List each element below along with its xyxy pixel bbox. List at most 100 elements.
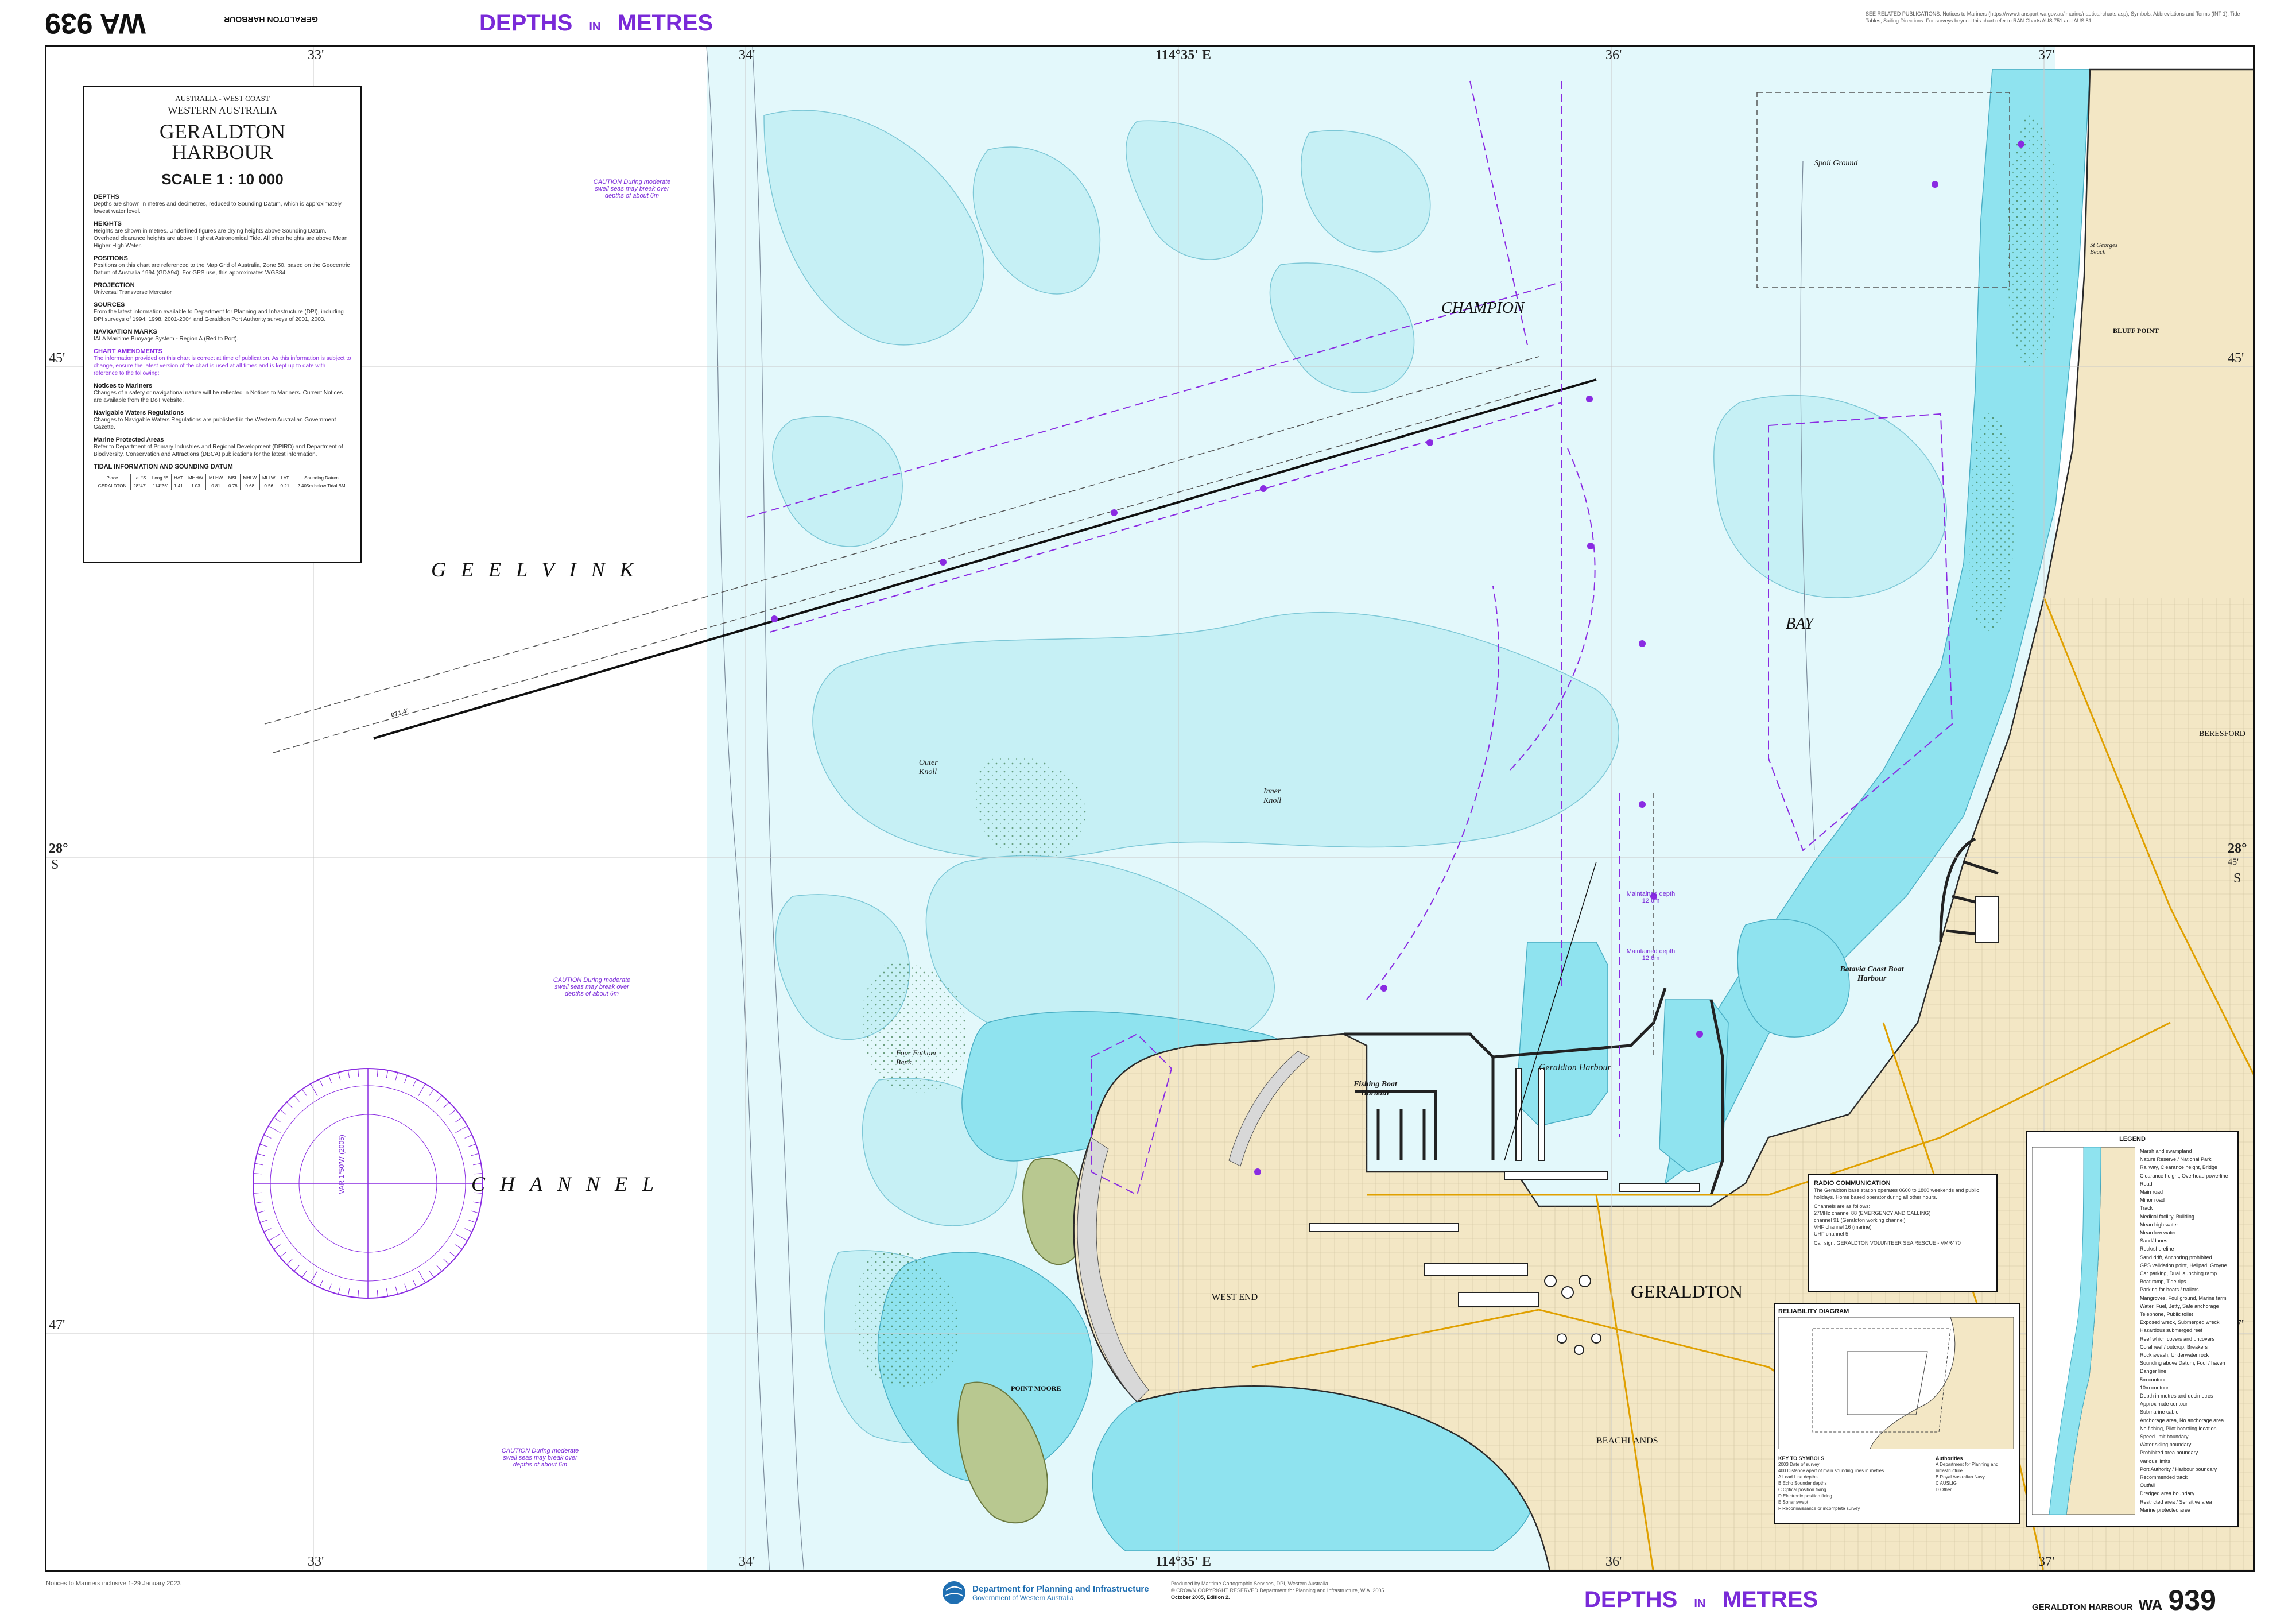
notes-heights-text: Heights are shown in metres. Underlined … (94, 228, 348, 249)
tidal-col-header: Place (94, 474, 131, 482)
lat-left-s: S (51, 857, 59, 872)
legend-item: Railway, Clearance height, Bridge (2140, 1164, 2217, 1171)
legend-item: Speed limit boundary (2140, 1434, 2189, 1439)
label-point-moore: POINT MOORE (1011, 1384, 1061, 1392)
depths-heading-bottom: DEPTHS IN METRES (1584, 1587, 1818, 1612)
label-champion: CHAMPION (1441, 299, 1525, 317)
legend-item: Reef which covers and uncovers (2140, 1335, 2215, 1342)
legend-item: Exposed wreck, Submerged wreck (2140, 1319, 2220, 1326)
legend-heading: LEGEND (2119, 1136, 2146, 1143)
legend-item: Submarine cable (2140, 1409, 2179, 1415)
tidal-col-header: MLLW (259, 474, 278, 482)
notes-positions-heading: POSITIONS (94, 255, 128, 262)
tidal-cell: 1.41 (171, 482, 186, 490)
lon-bottom-36: 36' (1605, 1554, 1622, 1569)
radio-communication-box: RADIO COMMUNICATION The Geraldton base s… (1808, 1174, 1998, 1292)
notes-notices-text: Changes of a safety or navigational natu… (94, 390, 343, 404)
legend-item: Hazardous submerged reef (2140, 1327, 2203, 1334)
legend-item: Track (2140, 1205, 2153, 1211)
legend-item: Main road (2140, 1189, 2163, 1195)
tidal-cell: 0.78 (225, 482, 241, 490)
reliability-auth-item: A Department for Planning and Infrastruc… (1936, 1462, 1999, 1473)
legend-item: Dredged area boundary (2140, 1491, 2195, 1497)
label-bluff-point: BLUFF POINT (2113, 327, 2159, 335)
legend-item: No fishing, Pilot boarding location (2140, 1425, 2217, 1431)
legend-item: Medical facility, Building (2140, 1213, 2194, 1220)
chart-sheet: WA 939 GERALDTON HARBOUR DEPTHS IN METRE… (0, 0, 2296, 1622)
maintained-depth-2: Maintained depth 12.6m (1626, 948, 1676, 962)
tidal-table: Place Lat °S Long °E HAT MHHW MLHW MSL MHLW MLLW… (94, 474, 352, 490)
legend-item: Marine protected area (2140, 1507, 2191, 1513)
label-beachlands: BEACHLANDS (1596, 1436, 1658, 1446)
tidal-heading: TIDAL INFORMATION AND SOUNDING DATUM (94, 463, 233, 470)
legend-item: Mean high water (2140, 1221, 2178, 1228)
legend-item: Water, Fuel, Jetty, Safe anchorage (2140, 1303, 2219, 1309)
tidal-col-header: MHLW (239, 474, 260, 482)
label-four-fathom-bank: Four Fathom Bank (896, 1048, 936, 1066)
depths-heading-top: DEPTHS IN METRES (479, 10, 713, 36)
notes-sources-text: From the latest information available to… (94, 309, 344, 323)
tidal-col-header: Long °E (149, 474, 172, 482)
notes-navmarks-text: IALA Maritime Buoyage System - Region A … (94, 336, 239, 342)
reliability-key-item: A Lead Line depths (1778, 1474, 1818, 1480)
notes-sources-heading: SOURCES (94, 301, 125, 308)
tidal-col-header: MLHW (205, 474, 226, 482)
label-beresford: BERESFORD (2199, 730, 2245, 738)
compass-rose (253, 1068, 483, 1299)
reliability-key-item: E Sonar swept (1778, 1500, 1809, 1505)
reliability-key-item: 2003 Date of survey (1778, 1462, 1820, 1467)
radio-channel-2: channel 91 (Geraldton working channel) (1814, 1217, 1906, 1223)
legend-item: Sand drift, Anchoring prohibited (2140, 1254, 2212, 1260)
title-main: GERALDTON HARBOUR (159, 120, 286, 164)
title-state: WESTERN AUSTRALIA (168, 104, 277, 116)
tidal-col-header: Lat °S (130, 474, 150, 482)
lon-top-34: 34' (739, 48, 755, 63)
label-bay: BAY (1786, 615, 1814, 633)
label-geraldton-harbour: Geraldton Harbour (1539, 1063, 1611, 1073)
legend-item: Various limits (2140, 1458, 2170, 1464)
label-outer-knoll: Outer Knoll (919, 758, 938, 776)
legend-item: Approximate contour (2140, 1401, 2188, 1407)
notes-mpa-heading: Marine Protected Areas (94, 436, 164, 443)
title-panel: AUSTRALIA - WEST COAST WESTERN AUSTRALIA… (83, 86, 362, 563)
lon-top-37: 37' (2038, 48, 2055, 63)
chart-number-bottom: GERALDTON HARBOUR WA 939 (2032, 1584, 2216, 1616)
title-region: AUSTRALIA - WEST COAST (175, 94, 270, 103)
label-inner-knoll: Inner Knoll (1263, 787, 1282, 805)
lon-bottom-34: 34' (739, 1554, 755, 1569)
legend-item: Rock/shoreline (2140, 1246, 2174, 1252)
notes-projection-text: Universal Transverse Mercator (94, 289, 172, 296)
notes-navmarks-heading: NAVIGATION MARKS (94, 328, 157, 335)
label-spoil-ground: Spoil Ground (1814, 159, 1858, 168)
maintained-depth-1: Maintained depth 12.6m (1626, 891, 1676, 904)
legend-item: Recommended track (2140, 1474, 2188, 1480)
radio-text: The Geraldton base station operates 0600… (1814, 1187, 1979, 1200)
reliability-auth-item: C AUSLIG (1936, 1481, 1957, 1486)
notes-depths-text: Depths are shown in metres and decimetre… (94, 201, 342, 215)
reliability-heading: RELIABILITY DIAGRAM (1778, 1308, 1849, 1315)
legend-item: Marsh and swampland (2140, 1148, 2192, 1154)
reliability-auth-item: B Royal Australian Navy (1936, 1474, 1985, 1480)
tidal-col-header: LAT (277, 474, 292, 482)
legend-item: Port Authority / Harbour boundary (2140, 1466, 2217, 1472)
legend-item: Depth in metres and decimetres (2140, 1393, 2213, 1399)
legend-item: Restricted area / Sensitive area (2140, 1499, 2212, 1505)
related-publications: SEE RELATED PUBLICATIONS: Notices to Mar… (1865, 11, 2240, 24)
legend-item: Parking for boats / trailers (2140, 1287, 2199, 1293)
reliability-key-heading: KEY TO SYMBOLS (1778, 1455, 1825, 1461)
label-geraldton: GERALDTON (1631, 1281, 1743, 1302)
notices-to-mariners: Notices to Mariners inclusive 1-29 Janua… (46, 1580, 181, 1587)
legend-item: Mangroves, Foul ground, Marine farm (2140, 1295, 2227, 1301)
caution-note-1: CAUTION During moderate swell seas may b… (593, 179, 671, 199)
lon-bottom-33: 33' (308, 1554, 324, 1569)
label-channel: CHANNEL (471, 1172, 669, 1195)
legend-item: Telephone, Public toilet (2140, 1311, 2193, 1317)
lat-left-45: 45' (49, 351, 65, 366)
radio-channels-heading: Channels are as follows: (1814, 1203, 1871, 1209)
radio-channel-3: VHF channel 16 (marine) (1814, 1224, 1872, 1230)
legend-item: Sand/dunes (2140, 1238, 2168, 1244)
caution-note-3: CAUTION During moderate swell seas may b… (501, 1447, 579, 1468)
lon-bottom-35: 114°35' E (1155, 1554, 1211, 1569)
reliability-map (1778, 1317, 2014, 1450)
reliability-key-item: C Optical position fixing (1778, 1487, 1826, 1492)
